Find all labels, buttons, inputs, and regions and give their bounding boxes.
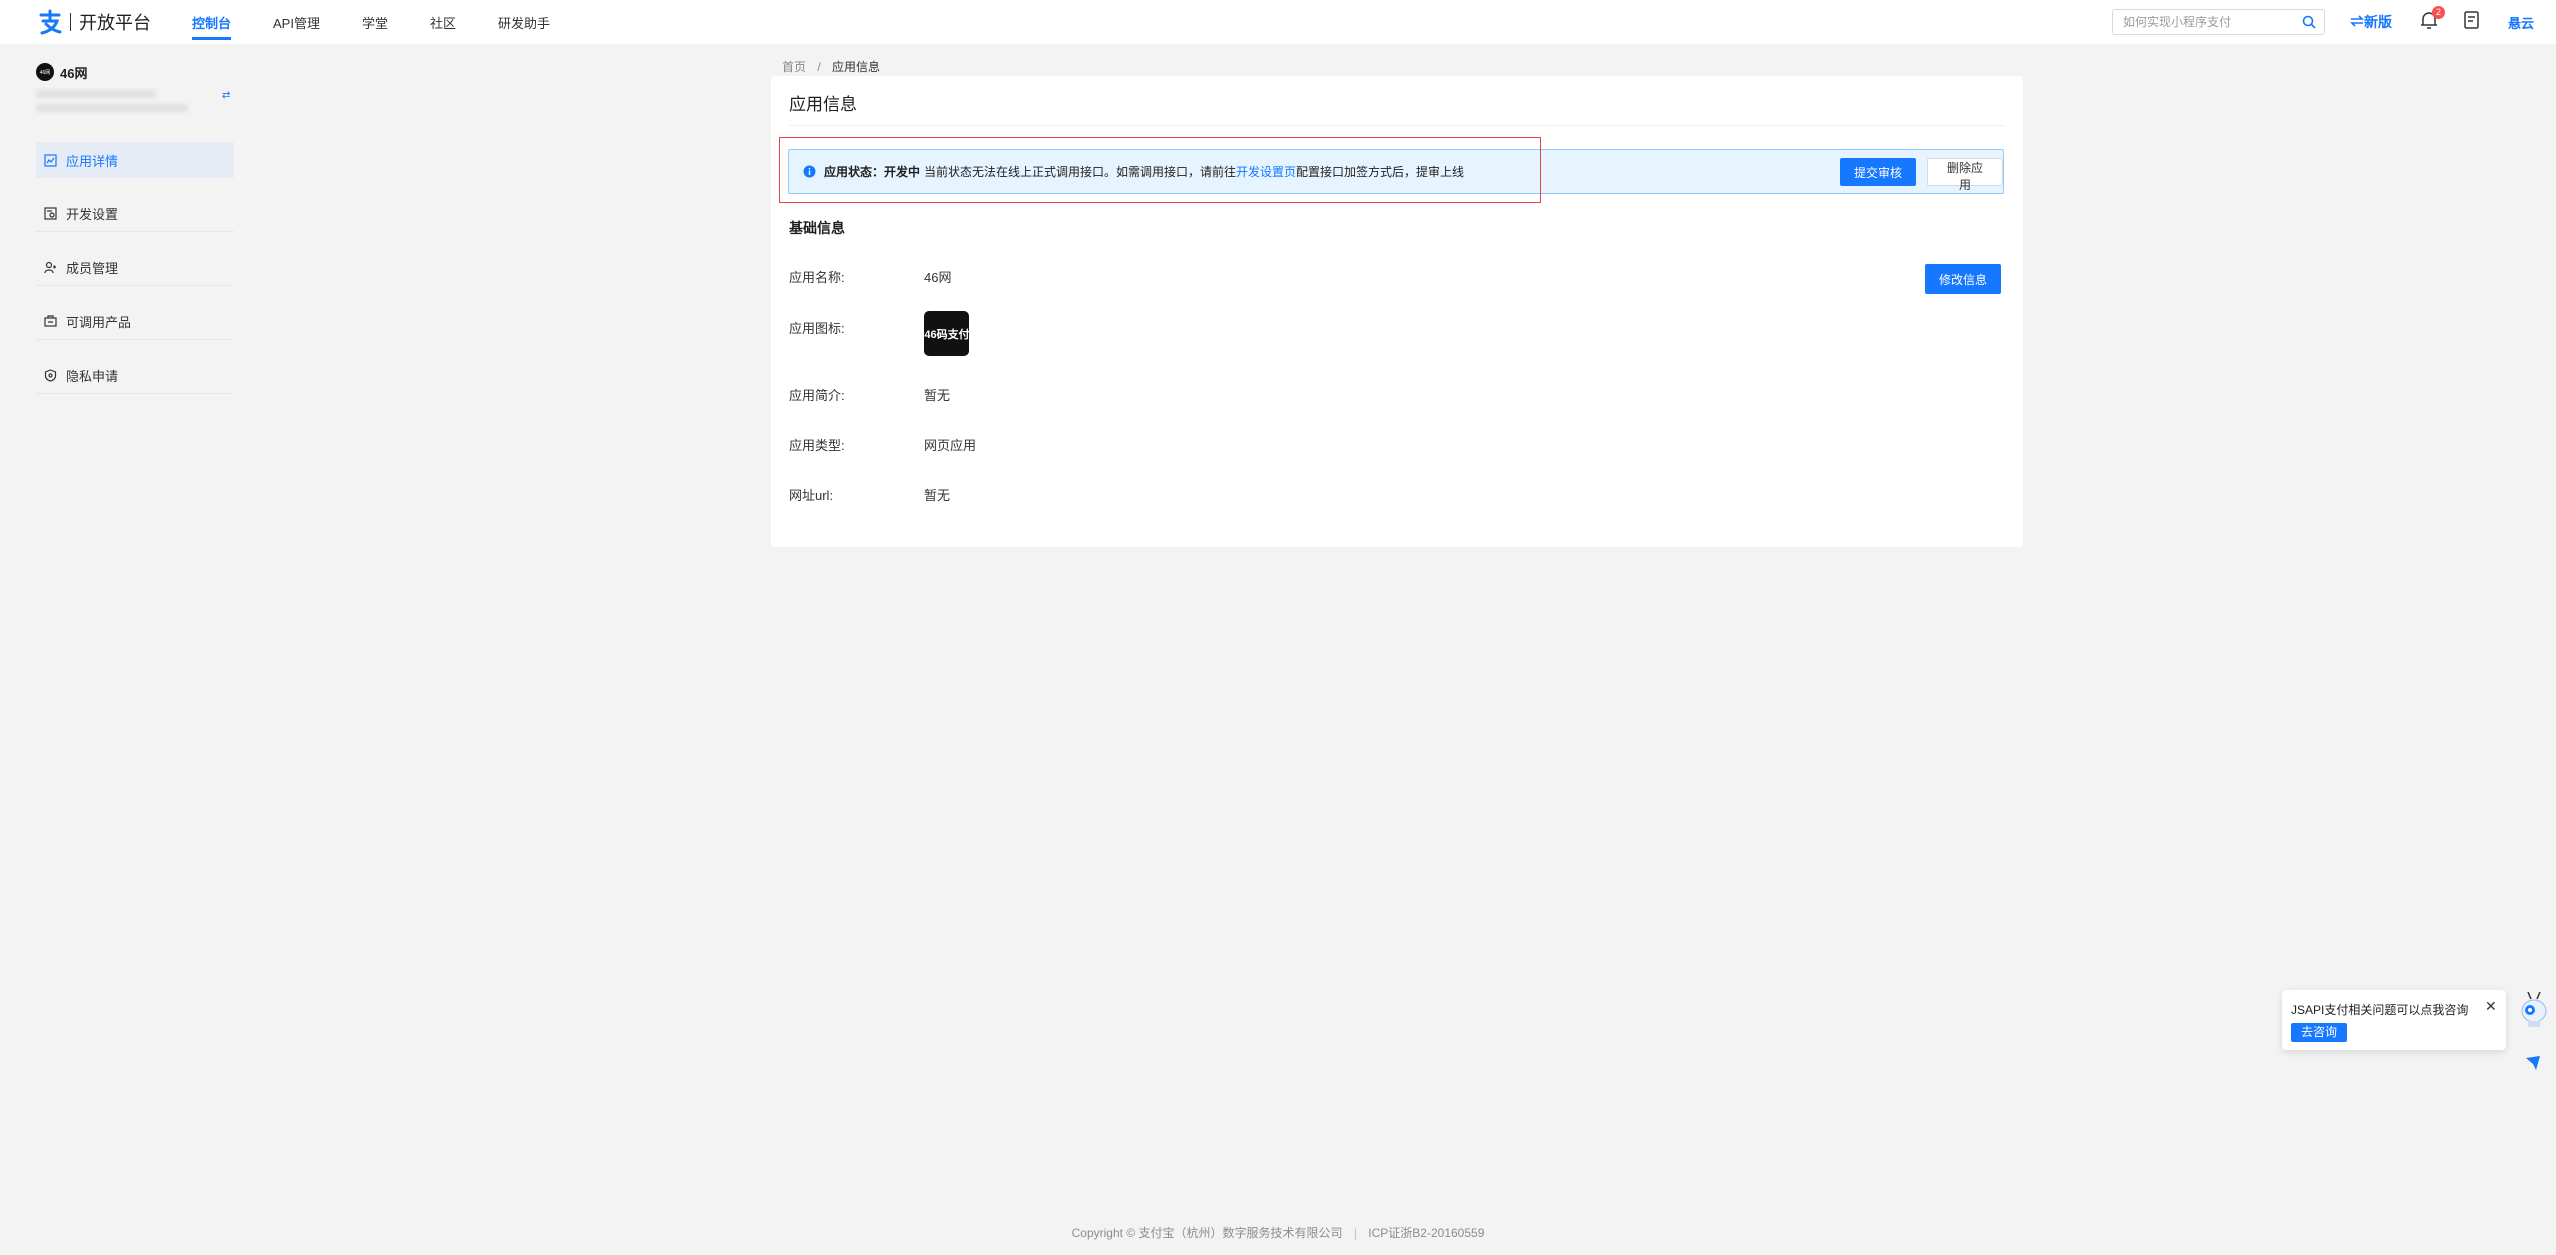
sidebar-item-label: 应用详情 <box>66 153 119 169</box>
title-divider <box>789 125 2005 126</box>
sidebar-item-label: 成员管理 <box>66 261 119 276</box>
new-version-label: 新版 <box>2364 14 2392 30</box>
members-icon <box>44 261 58 275</box>
sidebar-item-products[interactable]: 可调用产品 <box>36 304 234 340</box>
app-intro-value: 暂无 <box>924 388 951 403</box>
side-menu: 应用详情 开发设置 成员管理 可调用产品 隐私申请 <box>36 142 236 394</box>
nav-console[interactable]: 控制台 <box>192 0 232 44</box>
footer-separator: | <box>1353 1226 1357 1240</box>
app-type-label: 应用类型: <box>789 438 845 453</box>
new-version-link[interactable]: 新版 <box>2350 12 2392 32</box>
app-icon-image: 46码支付 <box>924 311 969 356</box>
switch-icon <box>2350 14 2364 30</box>
status-message-tail: 配置接口加签方式后，提审上线 <box>1296 165 1465 179</box>
app-info-card: 应用信息 应用状态：开发中 当前状态无法在线上正式调用接口。如需调用接口，请前往… <box>771 76 2023 547</box>
sidebar-item-dev-settings[interactable]: 开发设置 <box>36 196 234 232</box>
app-type-value: 网页应用 <box>924 438 977 453</box>
app-detail-icon <box>44 153 58 167</box>
top-navbar: 开放平台 控制台 API管理 学堂 社区 研发助手 新版 2 悬云 <box>0 0 2556 44</box>
app-name-value: 46网 <box>924 270 952 285</box>
app-intro-label: 应用简介: <box>789 388 845 403</box>
breadcrumb-current: 应用信息 <box>832 60 881 74</box>
main-nav: 控制台 API管理 学堂 社区 研发助手 <box>192 0 592 44</box>
app-name-label: 应用名称: <box>789 270 845 285</box>
sidebar-item-members[interactable]: 成员管理 <box>36 250 234 286</box>
user-name[interactable]: 悬云 <box>2508 13 2534 32</box>
blurred-app-info <box>36 104 188 112</box>
app-avatar: 46网 <box>36 63 54 81</box>
app-icon-label: 应用图标: <box>789 321 845 336</box>
search-icon[interactable] <box>2302 15 2316 32</box>
app-icon-text: 46码支付 <box>924 328 969 341</box>
notification-button[interactable]: 2 <box>2420 6 2445 32</box>
app-header: 46网 46网 <box>36 60 236 84</box>
assistant-popup: JSAPI支付相关问题可以点我咨询 ✕ 去咨询 <box>2282 990 2506 1050</box>
sidebar-item-label: 开发设置 <box>66 207 119 222</box>
footer-copyright: Copyright © 支付宝（杭州）数字服务技术有限公司 <box>1071 1226 1343 1240</box>
assistant-text: JSAPI支付相关问题可以点我咨询 <box>2291 1003 2469 1017</box>
logo-text: 开放平台 <box>79 13 151 33</box>
status-alert: 应用状态：开发中 当前状态无法在线上正式调用接口。如需调用接口，请前往 开发设置… <box>788 149 2004 194</box>
dev-settings-link[interactable]: 开发设置页 <box>1236 163 1296 180</box>
document-button[interactable] <box>2463 10 2481 33</box>
app-url-label: 网址url: <box>789 488 834 503</box>
app-name: 46网 <box>60 65 88 81</box>
edit-info-button[interactable]: 修改信息 <box>1925 264 2002 294</box>
breadcrumb: 首页 / 应用信息 <box>782 58 880 75</box>
close-icon[interactable]: ✕ <box>2485 998 2497 1015</box>
page-title: 应用信息 <box>789 95 857 114</box>
notification-badge: 2 <box>2432 6 2445 19</box>
document-icon <box>2464 11 2479 29</box>
section-title: 基础信息 <box>789 220 845 236</box>
sidebar-item-privacy[interactable]: 隐私申请 <box>36 358 234 394</box>
blurred-app-id <box>36 90 156 98</box>
nav-dev-assistant[interactable]: 研发助手 <box>498 0 550 44</box>
footer: Copyright © 支付宝（杭州）数字服务技术有限公司 | ICP证浙B2-… <box>0 1224 2556 1241</box>
submit-review-button[interactable]: 提交审核 <box>1840 158 1917 186</box>
status-message: 当前状态无法在线上正式调用接口。如需调用接口，请前往 <box>924 165 1237 179</box>
logo[interactable]: 开放平台 <box>36 6 151 38</box>
breadcrumb-home[interactable]: 首页 <box>782 60 806 74</box>
status-label: 应用状态：开发中 <box>824 165 921 179</box>
products-icon <box>44 315 58 329</box>
nav-community[interactable]: 社区 <box>430 0 456 44</box>
assistant-robot-icon[interactable] <box>2518 990 2550 1030</box>
privacy-shield-icon <box>44 369 58 383</box>
sidebar-item-label: 隐私申请 <box>66 369 119 384</box>
feedback-icon[interactable] <box>2524 1054 2542 1075</box>
footer-icp[interactable]: ICP证浙B2-20160559 <box>1368 1226 1484 1240</box>
alipay-logo-icon <box>36 8 64 36</box>
info-icon <box>803 165 816 178</box>
dev-settings-icon <box>44 207 58 221</box>
consult-button[interactable]: 去咨询 <box>2291 1023 2348 1042</box>
breadcrumb-separator: / <box>817 60 821 74</box>
search-input[interactable] <box>2123 15 2293 29</box>
sidebar-item-app-detail[interactable]: 应用详情 <box>36 142 234 178</box>
nav-academy[interactable]: 学堂 <box>362 0 388 44</box>
app-url-value: 暂无 <box>924 488 951 503</box>
search-box <box>2112 9 2325 35</box>
switch-app-icon[interactable]: ⇄ <box>222 90 230 101</box>
logo-divider <box>70 13 71 31</box>
sidebar: 46网 46网 ⇄ 应用详情 开发设置 成员管理 可调用产品 隐私申请 <box>36 60 236 412</box>
delete-app-button[interactable]: 删除应用 <box>1927 158 2003 192</box>
nav-api-management[interactable]: API管理 <box>273 0 320 44</box>
sidebar-item-label: 可调用产品 <box>66 315 132 330</box>
